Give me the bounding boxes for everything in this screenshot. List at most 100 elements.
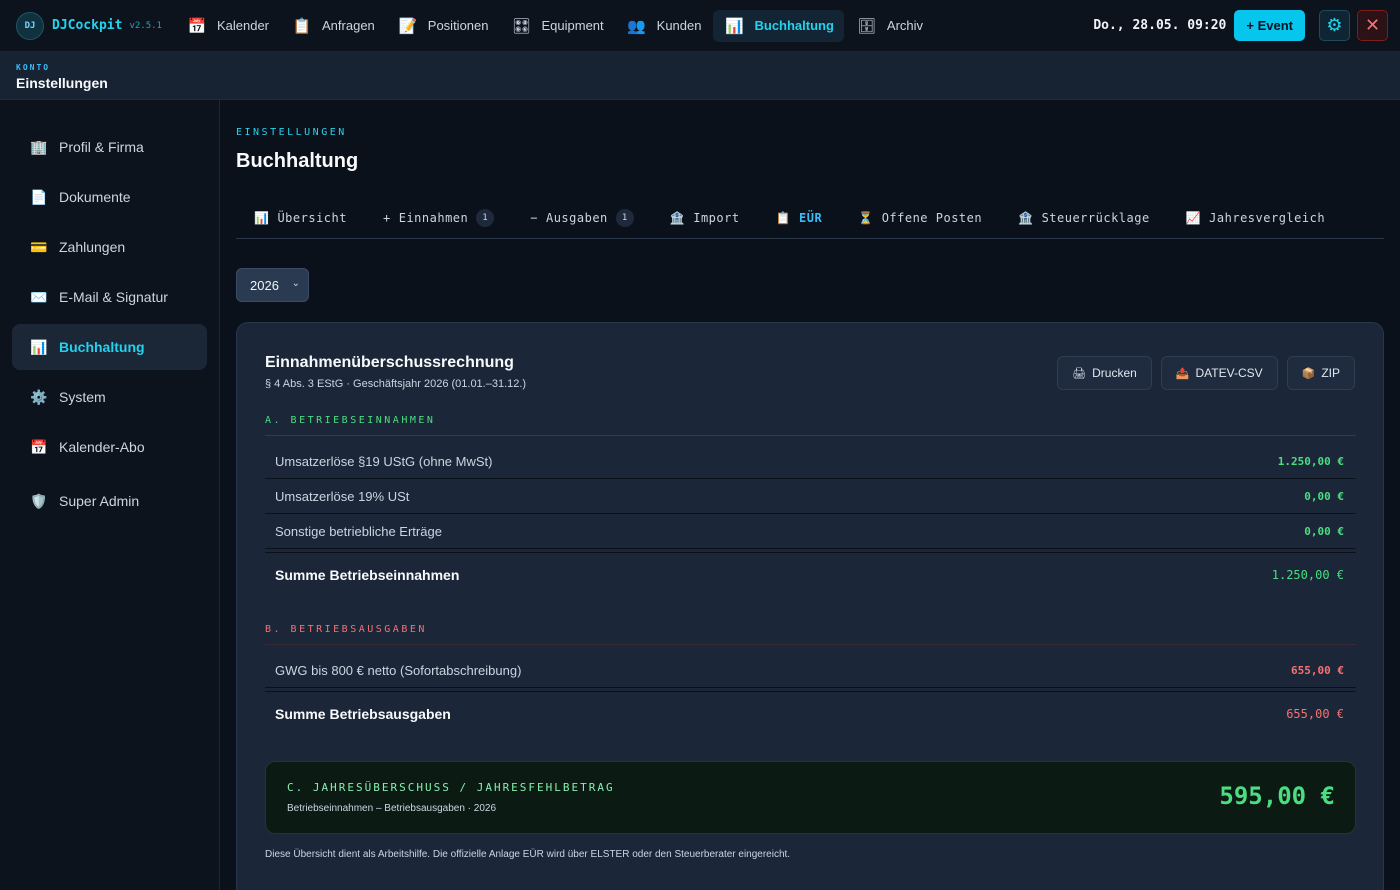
income-section: A. BETRIEBSEINNAHMEN Umsatzerlöse §19 US… <box>265 415 1356 596</box>
hourglass-icon: ⏳ <box>858 211 874 225</box>
calendar-icon: 📅 <box>187 17 207 35</box>
year-select-value: 2026 <box>250 277 279 293</box>
datev-csv-button[interactable]: 📤 DATEV-CSV <box>1160 356 1278 390</box>
package-icon: 📦 <box>1301 367 1316 380</box>
action-label: ZIP <box>1321 366 1340 380</box>
report-subtitle: § 4 Abs. 3 EStG · Geschäftsjahr 2026 (01… <box>265 378 527 390</box>
tab-ausgaben[interactable]: − Ausgaben 1 <box>512 198 652 238</box>
nav-item-kunden[interactable]: 👥 Kunden <box>616 10 712 42</box>
sidebar-item-zahlungen[interactable]: 💳 Zahlungen <box>12 224 207 270</box>
report-footnote: Diese Übersicht dient als Arbeitshilfe. … <box>265 849 791 860</box>
office-icon: 🏢 <box>30 138 48 155</box>
annual-result-box: C. JAHRESÜBERSCHUSS / JAHRESFEHLBETRAG B… <box>265 761 1356 834</box>
clipboard-icon: 📋 <box>775 211 792 225</box>
close-icon: ✕ <box>1364 15 1381 35</box>
report-row: GWG bis 800 € netto (Sofortabschreibung)… <box>265 653 1356 688</box>
sidebar-item-e-mail-signatur[interactable]: ✉️ E-Mail & Signatur <box>12 274 207 320</box>
calendar-icon: 📅 <box>30 438 48 455</box>
page-title: Buchhaltung <box>236 150 359 172</box>
close-button[interactable]: ✕ <box>1357 10 1388 41</box>
page-kicker: EINSTELLUNGEN <box>236 127 347 138</box>
sidebar-item-label: Kalender-Abo <box>59 439 145 455</box>
expense-sum-amount: 655,00 € <box>1286 706 1344 721</box>
settings-sidebar: 🏢 Profil & Firma 📄 Dokumente 💳 Zahlungen ✉️ E-M… <box>0 100 220 890</box>
app-version: v2.5.1 <box>129 20 162 31</box>
result-subtitle: Betriebseinnahmen – Betriebsausgaben · 2… <box>287 803 497 814</box>
expense-heading: B. BETRIEBSAUSGABEN <box>265 624 1356 645</box>
euer-report-card: Einnahmenüberschussrechnung § 4 Abs. 3 E… <box>236 322 1384 890</box>
add-event-button[interactable]: + Event <box>1234 10 1305 41</box>
drucken-button[interactable]: 🖨 Drucken <box>1057 356 1152 390</box>
tab-label: EÜR <box>799 211 823 225</box>
sidebar-item-system[interactable]: ⚙️ System <box>12 374 207 420</box>
chart-icon: 📊 <box>30 338 48 355</box>
tab-steuerrücklage[interactable]: 🏦 Steuerrücklage <box>1000 198 1168 238</box>
top-bar: DJ DJCockpit v2.5.1 📅 Kalender 📋 Anfragen 📝 P… <box>0 0 1400 52</box>
app-logo[interactable]: DJ DJCockpit v2.5.1 <box>16 11 162 40</box>
tab-jahresvergleich[interactable]: 📈 Jahresvergleich <box>1168 198 1343 238</box>
expense-sum-row: Summe Betriebsausgaben 655,00 € <box>265 691 1356 735</box>
nav-item-label: Kalender <box>216 18 270 33</box>
chart-icon: 📊 <box>254 211 270 225</box>
report-title: Einnahmenüberschussrechnung <box>265 354 514 371</box>
income-sum-label: Summe Betriebseinnahmen <box>275 566 460 583</box>
app-name: DJCockpit <box>52 18 123 33</box>
row-amount: 0,00 € <box>1304 524 1344 538</box>
speaker-icon: 🎛 <box>511 17 532 35</box>
tab-übersicht[interactable]: 📊 Übersicht <box>236 198 365 238</box>
row-amount: 1.250,00 € <box>1277 454 1344 468</box>
tab-import[interactable]: 🏦 Import <box>652 198 758 238</box>
nav-item-equipment[interactable]: 🎛 Equipment <box>501 10 614 42</box>
income-sum-amount: 1.250,00 € <box>1271 567 1344 582</box>
sidebar-item-kalender-abo[interactable]: 📅 Kalender-Abo <box>12 424 207 470</box>
plus-icon: + <box>382 211 391 225</box>
chart-icon: 📊 <box>725 17 744 35</box>
income-heading: A. BETRIEBSEINNAHMEN <box>265 415 1356 436</box>
tab-label: Import <box>693 211 740 225</box>
people-icon: 👥 <box>627 17 646 35</box>
printer-icon: 🖨 <box>1072 367 1087 380</box>
sidebar-item-dokumente[interactable]: 📄 Dokumente <box>12 174 207 220</box>
nav-item-anfragen[interactable]: 📋 Anfragen <box>281 10 385 42</box>
sidebar-item-buchhaltung[interactable]: 📊 Buchhaltung <box>12 324 207 370</box>
tab-eür[interactable]: 📋 EÜR <box>758 198 841 238</box>
document-icon: 📄 <box>30 188 48 205</box>
expense-sum-label: Summe Betriebsausgaben <box>275 705 451 722</box>
minus-icon: − <box>530 211 538 225</box>
settings-button[interactable]: ⚙ <box>1319 10 1350 41</box>
nav-item-positionen[interactable]: 📝 Positionen <box>387 10 499 42</box>
row-label: Sonstige betriebliche Erträge <box>275 523 442 539</box>
zip-button[interactable]: 📦 ZIP <box>1286 356 1355 390</box>
row-amount: 655,00 € <box>1291 663 1344 677</box>
income-sum-row: Summe Betriebseinnahmen 1.250,00 € <box>265 552 1356 596</box>
tab-einnahmen[interactable]: + Einnahmen 1 <box>365 198 512 238</box>
tab-label: Einnahmen <box>398 211 469 225</box>
nav-item-archiv[interactable]: 🗄 Archiv <box>846 10 933 42</box>
sidebar-item-super-admin[interactable]: 🛡️ Super Admin <box>12 478 207 524</box>
tab-offene-posten[interactable]: ⏳ Offene Posten <box>840 198 1000 238</box>
main-nav: 📅 Kalender 📋 Anfragen 📝 Positionen 🎛 Equipment 👥… <box>176 0 935 52</box>
nav-item-kalender[interactable]: 📅 Kalender <box>176 10 279 42</box>
result-amount: 595,00 € <box>1219 782 1335 810</box>
sidebar-item-label: Zahlungen <box>59 239 126 255</box>
action-label: DATEV-CSV <box>1195 366 1263 380</box>
credit-card-icon: 💳 <box>30 238 48 255</box>
memo-icon: 📝 <box>398 17 418 35</box>
nav-item-label: Positionen <box>427 18 489 33</box>
gear-icon: ⚙ <box>1326 15 1343 35</box>
mail-icon: ✉️ <box>30 288 48 305</box>
bank-icon: 🏦 <box>669 211 686 225</box>
year-select[interactable]: 2026 ⌄ <box>236 268 309 302</box>
result-heading: C. JAHRESÜBERSCHUSS / JAHRESFEHLBETRAG <box>287 781 615 794</box>
nav-item-buchhaltung[interactable]: 📊 Buchhaltung <box>713 9 844 42</box>
tab-label: Jahresvergleich <box>1209 211 1326 225</box>
accounting-tabs: 📊 Übersicht + Einnahmen 1 − Ausgaben 1 🏦 Import 📋 E… <box>236 198 1384 239</box>
shield-icon: 🛡️ <box>30 492 48 509</box>
gear-icon: ⚙️ <box>30 388 48 405</box>
logo-badge: DJ <box>16 11 44 40</box>
sidebar-item-profil-firma[interactable]: 🏢 Profil & Firma <box>12 124 207 170</box>
section-header: KONTO Einstellungen <box>0 52 1400 100</box>
nav-item-label: Anfragen <box>322 18 375 33</box>
report-row: Sonstige betriebliche Erträge 0,00 € <box>265 514 1356 549</box>
tab-count-badge: 1 <box>476 209 495 227</box>
